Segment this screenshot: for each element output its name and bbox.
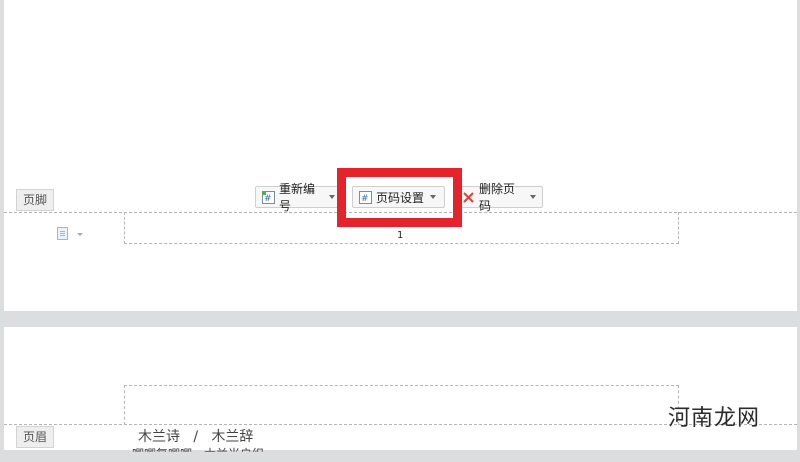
document-title: 木兰诗 / 木兰辞: [138, 429, 254, 445]
document-body-line: 唧唧复唧唧，木兰当户织: [132, 447, 265, 461]
header-area[interactable]: [124, 385, 679, 425]
highlight-box: [337, 168, 462, 227]
watermark: 河南龙网: [667, 406, 760, 431]
delete-page-number-button[interactable]: 删除页码: [455, 182, 543, 213]
delete-x-icon: [462, 191, 475, 204]
header-tag: 页眉: [16, 426, 55, 448]
chevron-down-icon[interactable]: [77, 233, 83, 236]
chevron-down-icon: [530, 195, 536, 199]
page-number: 1: [397, 230, 404, 241]
footer-tag: 页脚: [16, 189, 55, 211]
renumber-button[interactable]: # 重新编号: [255, 182, 342, 213]
renumber-label: 重新编号: [279, 182, 316, 213]
delete-page-number-label: 删除页码: [479, 182, 516, 213]
renumber-icon: #: [262, 190, 275, 204]
document-icon[interactable]: [57, 227, 68, 240]
chevron-down-icon: [329, 195, 335, 199]
svg-text:#: #: [264, 194, 272, 204]
document-page: [4, 0, 797, 311]
